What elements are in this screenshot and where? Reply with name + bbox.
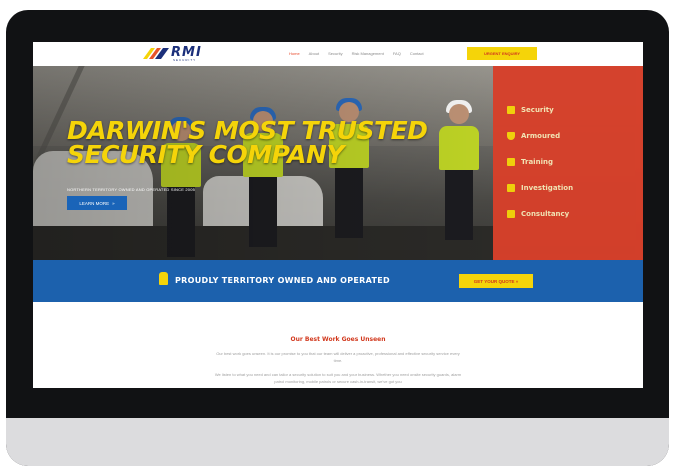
- territory-band: PROUDLY TERRITORY OWNED AND OPERATED GET…: [33, 260, 643, 302]
- service-label: Training: [521, 158, 553, 166]
- device-bottom-bezel: [6, 418, 669, 466]
- intro-paragraph: We listen to what you need and can tailo…: [214, 372, 462, 384]
- nav-item-contact[interactable]: Contact: [410, 51, 424, 56]
- learn-more-button[interactable]: LEARN MORE »: [67, 196, 127, 210]
- service-item-armoured[interactable]: Armoured: [507, 132, 560, 140]
- chevron-right-icon: »: [514, 278, 519, 284]
- consultancy-icon: [507, 210, 515, 218]
- hero-banner: DARWIN'S MOST TRUSTED SECURITY COMPANY N…: [33, 66, 643, 260]
- logo-swoosh-icon: [143, 48, 169, 59]
- investigation-icon: [507, 184, 515, 192]
- learn-more-label: LEARN MORE: [79, 200, 110, 206]
- hero-subtitle: NORTHERN TERRITORY OWNED AND OPERATED SI…: [67, 187, 196, 192]
- service-item-investigation[interactable]: Investigation: [507, 184, 573, 192]
- service-label: Investigation: [521, 184, 574, 192]
- top-navigation: RMI SECURITY Home About Security Risk Ma…: [33, 42, 643, 66]
- nav-item-risk-management[interactable]: Risk Management: [352, 51, 384, 56]
- nt-map-icon: [159, 272, 168, 285]
- intro-paragraph: Our best work goes unseen. It is our pro…: [216, 351, 460, 363]
- nav-item-security[interactable]: Security: [328, 51, 342, 56]
- main-menu: Home About Security Risk Management FAQ …: [289, 51, 424, 56]
- hero-title: DARWIN'S MOST TRUSTED SECURITY COMPANY: [67, 116, 428, 169]
- service-label: Armoured: [521, 132, 561, 140]
- territory-text: PROUDLY TERRITORY OWNED AND OPERATED: [175, 276, 390, 285]
- services-panel: Security Armoured Training Investigation…: [493, 66, 643, 260]
- logo-subtext: SECURITY: [173, 58, 197, 62]
- get-quote-button[interactable]: GET YOUR QUOTE »: [459, 274, 533, 288]
- service-item-training[interactable]: Training: [507, 158, 553, 166]
- device-frame: RMI SECURITY Home About Security Risk Ma…: [6, 10, 669, 466]
- service-label: Consultancy: [521, 210, 570, 218]
- nav-item-home[interactable]: Home: [289, 51, 300, 56]
- shield-icon: [507, 132, 515, 140]
- service-item-consultancy[interactable]: Consultancy: [507, 210, 569, 218]
- intro-section: Our Best Work Goes Unseen Our best work …: [33, 302, 643, 388]
- section-heading: Our Best Work Goes Unseen: [290, 336, 386, 343]
- nav-item-about[interactable]: About: [309, 51, 319, 56]
- training-icon: [507, 158, 515, 166]
- urgent-enquiry-button[interactable]: URGENT ENQUIRY: [467, 47, 537, 60]
- nav-item-faq[interactable]: FAQ: [393, 51, 401, 56]
- browser-screen: RMI SECURITY Home About Security Risk Ma…: [33, 42, 643, 388]
- security-guard-icon: [507, 106, 515, 114]
- chevron-right-icon: »: [112, 200, 115, 206]
- get-quote-label: GET YOUR QUOTE: [473, 278, 515, 284]
- service-item-security[interactable]: Security: [507, 106, 554, 114]
- service-label: Security: [521, 106, 554, 114]
